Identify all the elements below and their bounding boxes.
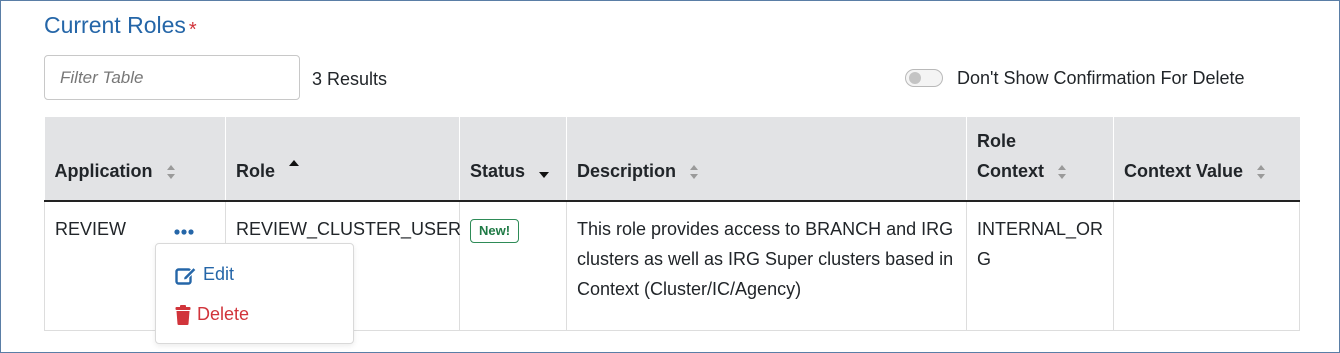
cell-description: This role provides access to BRANCH and … [566, 200, 967, 331]
required-marker: * [188, 19, 197, 41]
col-header-context-value[interactable]: Context Value [1113, 117, 1300, 202]
results-count: 3 Results [312, 69, 388, 89]
col-header-role-context[interactable]: Role Context [966, 117, 1114, 202]
trash-icon [175, 304, 191, 325]
delete-menu-label: Delete [197, 304, 250, 324]
sort-descending-icon [539, 172, 550, 179]
sort-both-icon [166, 165, 175, 180]
col-header-role-label: Role [236, 161, 276, 181]
col-header-role[interactable]: Role [225, 117, 460, 202]
status-badge: New! [470, 219, 520, 243]
col-header-role-context-line1: Role [977, 131, 1017, 151]
row-actions-dropdown: Edit Delete [155, 243, 354, 344]
confirm-delete-toggle[interactable] [905, 69, 943, 87]
edit-icon [175, 266, 197, 285]
sort-both-icon [690, 165, 699, 180]
col-header-role-context-line2: Context [977, 161, 1044, 181]
section-title: Current Roles * [44, 12, 197, 41]
cell-context-value [1113, 200, 1300, 331]
sort-both-icon [1058, 165, 1067, 180]
col-header-context-value-label: Context Value [1124, 161, 1244, 181]
delete-menu-item[interactable]: Delete [175, 304, 249, 325]
confirm-delete-toggle-label: Don't Show Confirmation For Delete [957, 68, 1245, 88]
filter-table-input[interactable] [44, 55, 300, 100]
col-header-description-label: Description [577, 161, 677, 181]
toggle-knob [909, 72, 921, 84]
cell-status: New! [459, 200, 567, 331]
sort-ascending-icon [289, 160, 300, 167]
section-title-text: Current Roles [44, 12, 186, 38]
col-header-application-label: Application [54, 161, 153, 181]
col-header-application[interactable]: Application [44, 117, 226, 202]
col-header-status[interactable]: Status [459, 117, 567, 202]
col-header-status-label: Status [470, 161, 526, 181]
cell-role-context-line1: INTERNAL_OR [977, 219, 1104, 239]
edit-menu-label: Edit [203, 264, 235, 284]
cell-role-context: INTERNAL_OR G [966, 200, 1114, 331]
row-actions-menu-icon[interactable] [174, 224, 194, 235]
table-header-row: Application Role Status Description Role [44, 117, 1300, 202]
sort-both-icon [1257, 165, 1266, 180]
cell-role-context-line2: G [977, 249, 992, 269]
edit-menu-item[interactable]: Edit [175, 264, 234, 285]
ellipsis-icon [174, 229, 194, 235]
col-header-description[interactable]: Description [566, 117, 967, 202]
